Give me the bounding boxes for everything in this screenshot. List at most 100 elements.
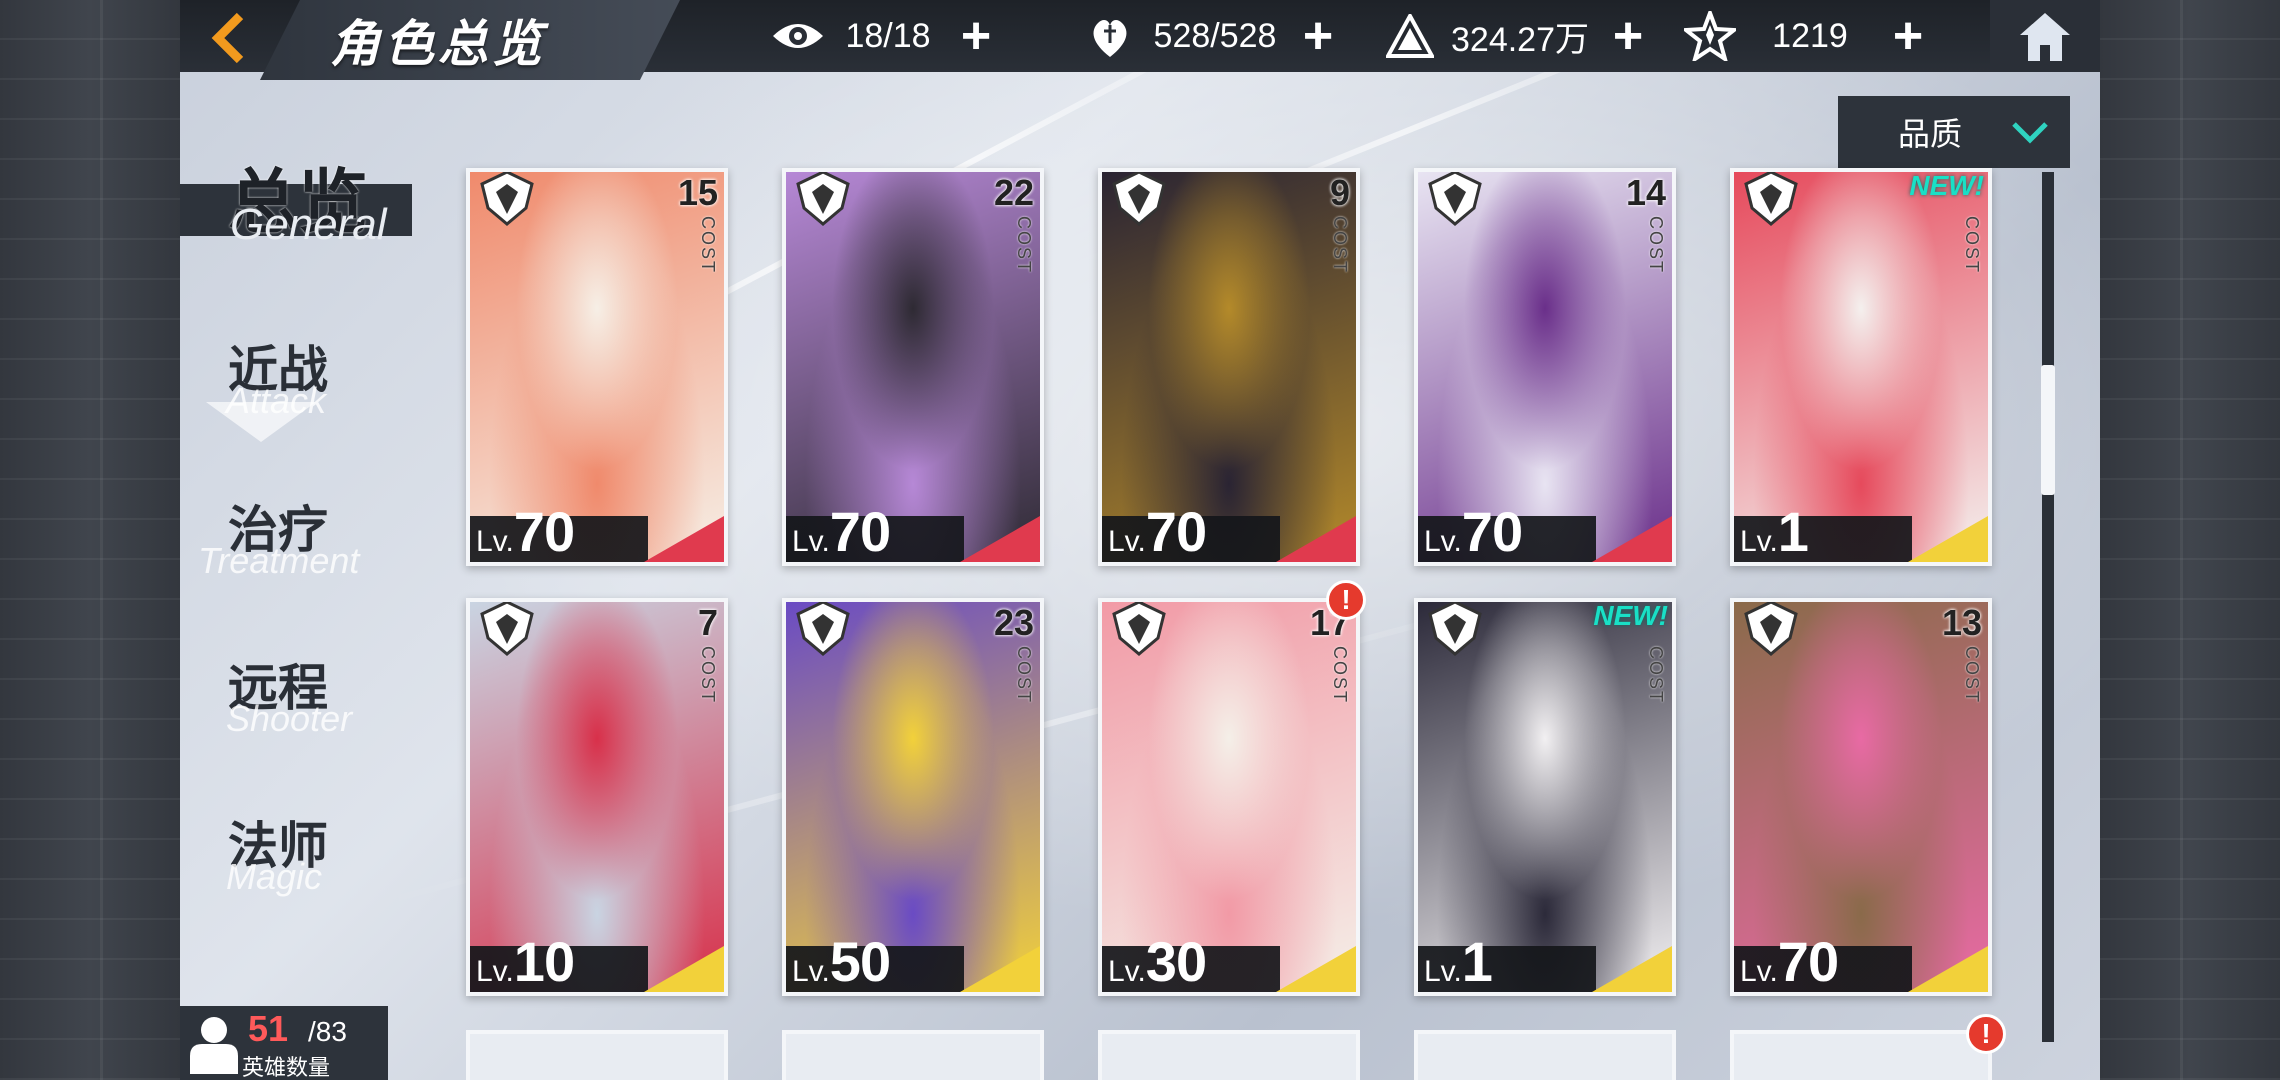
add-stamina-button[interactable]: + <box>1290 8 1346 64</box>
heart-crest-icon <box>1736 602 1806 658</box>
add-gem-button[interactable]: + <box>1600 8 1656 64</box>
resource-value: 324.27万 <box>1451 20 1589 59</box>
page-title: 角色总览 <box>330 16 546 72</box>
level-prefix: Lv. <box>476 955 514 988</box>
nav-attack[interactable]: 近战 Attack <box>180 330 420 442</box>
character-card[interactable]: 13 COST Lv.70 <box>1730 598 1992 996</box>
stamina-heart-icon <box>1080 8 1140 64</box>
back-arrow-icon <box>211 12 244 64</box>
level-text: Lv.70 <box>1424 499 1523 563</box>
cost-label: COST <box>1014 216 1034 275</box>
resource-value: 18/18 <box>845 16 931 55</box>
character-card[interactable]: 22 COST Lv.70 <box>782 168 1044 566</box>
add-star-button[interactable]: + <box>1880 8 1936 64</box>
home-button[interactable] <box>1990 0 2100 72</box>
character-card[interactable]: 7 COST Lv.10 <box>466 598 728 996</box>
hero-owned-count: 51 <box>248 1008 289 1049</box>
level-prefix: Lv. <box>1424 525 1462 558</box>
level-value: 30 <box>1145 930 1207 993</box>
mace-crest-icon <box>788 172 858 228</box>
level-prefix: Lv. <box>1740 525 1778 558</box>
nav-en-label: Treatment <box>198 540 360 581</box>
nav-magic[interactable]: 法师 Magic <box>180 806 420 897</box>
triangle-gem-icon <box>1380 8 1440 64</box>
resource-eye: 18/18 + <box>768 8 1004 64</box>
character-card[interactable]: 15 COST Lv.70 <box>466 168 728 566</box>
level-prefix: Lv. <box>792 525 830 558</box>
rarity-corner <box>644 516 724 562</box>
level-text: Lv.70 <box>1108 499 1207 563</box>
next-row-peek <box>466 1030 2026 1080</box>
shuriken-icon <box>472 602 542 658</box>
eye-icon <box>768 8 828 64</box>
quality-label: 品质 <box>1898 116 1963 152</box>
staff-crest-icon <box>1420 172 1490 228</box>
alert-badge-icon: ! <box>1966 1014 2006 1054</box>
level-prefix: Lv. <box>792 955 830 988</box>
hero-total-count: /83 <box>308 1016 347 1047</box>
character-card[interactable]: 9 COST Lv.70 <box>1098 168 1360 566</box>
nav-en-label: General <box>230 200 387 249</box>
cost-label: COST <box>1330 216 1350 275</box>
scrollbar-track[interactable] <box>2042 172 2054 1042</box>
cost-value: 15 <box>677 172 718 213</box>
back-button[interactable] <box>198 10 258 66</box>
rarity-corner <box>1908 946 1988 992</box>
character-card[interactable]: 23 COST Lv.50 <box>782 598 1044 996</box>
rarity-corner <box>960 516 1040 562</box>
level-text: Lv.70 <box>476 499 575 563</box>
cross-crest-icon <box>1104 602 1174 658</box>
hero-count-panel: 51 /83 英雄数量 <box>180 1006 388 1080</box>
cost-value: 23 <box>993 602 1034 643</box>
alert-badge-icon: ! <box>1326 580 1366 620</box>
level-prefix: Lv. <box>1424 955 1462 988</box>
rarity-corner <box>1592 946 1672 992</box>
level-prefix: Lv. <box>1108 955 1146 988</box>
rarity-corner <box>1276 946 1356 992</box>
level-value: 70 <box>1145 500 1207 563</box>
rarity-corner <box>960 946 1040 992</box>
new-badge: NEW! <box>1909 170 1984 201</box>
wing-crest-icon <box>1736 172 1806 228</box>
sword-crest-icon <box>1104 172 1174 228</box>
hero-avatar-icon <box>188 1014 240 1074</box>
cost-value: 22 <box>993 172 1034 213</box>
chevron-down-icon <box>2012 122 2048 144</box>
level-value: 70 <box>1461 500 1523 563</box>
nav-shooter[interactable]: 远程 Shooter <box>180 648 420 739</box>
home-icon <box>2020 13 2070 61</box>
nav-en-label: Shooter <box>226 698 353 739</box>
resource-gem: 324.27万 + <box>1380 8 1656 64</box>
level-value: 70 <box>1777 930 1839 993</box>
cost-label: COST <box>1646 216 1666 275</box>
level-text: Lv.10 <box>476 929 575 992</box>
cost-label: COST <box>698 646 718 705</box>
level-text: Lv.70 <box>792 499 891 562</box>
cost-label: COST <box>698 216 718 275</box>
character-card[interactable]: COST NEW! Lv.1 <box>1730 168 1992 566</box>
level-value: 1 <box>1461 930 1493 993</box>
cost-value: 9 <box>1329 172 1350 213</box>
left-gutter <box>0 0 180 1080</box>
quality-filter-dropdown[interactable]: 品质 <box>1838 96 2070 168</box>
resource-star: 1219 + <box>1680 8 1936 64</box>
hero-count-label: 英雄数量 <box>242 1055 331 1080</box>
level-prefix: Lv. <box>476 525 514 558</box>
level-value: 50 <box>829 930 891 993</box>
character-card[interactable]: 17 COST Lv.30 <box>1098 598 1360 996</box>
rarity-corner <box>1908 516 1988 562</box>
resource-stamina: 528/528 + <box>1080 8 1346 64</box>
character-card[interactable]: COST NEW! Lv.1 <box>1414 598 1676 996</box>
nav-general[interactable]: 总览 General <box>180 150 420 249</box>
nav-treatment[interactable]: 治疗 Treatment <box>180 490 420 581</box>
shield-crest-icon <box>472 172 542 228</box>
character-card[interactable]: 14 COST Lv.70 <box>1414 168 1676 566</box>
add-eye-button[interactable]: + <box>948 8 1004 64</box>
scrollbar-thumb[interactable] <box>2041 365 2055 495</box>
resource-value: 528/528 <box>1153 16 1277 55</box>
cost-value: 14 <box>1625 172 1666 213</box>
new-badge: NEW! <box>1593 600 1668 631</box>
level-value: 70 <box>513 500 575 563</box>
star-crystal-icon <box>1680 8 1740 64</box>
cost-label: COST <box>1962 646 1982 705</box>
